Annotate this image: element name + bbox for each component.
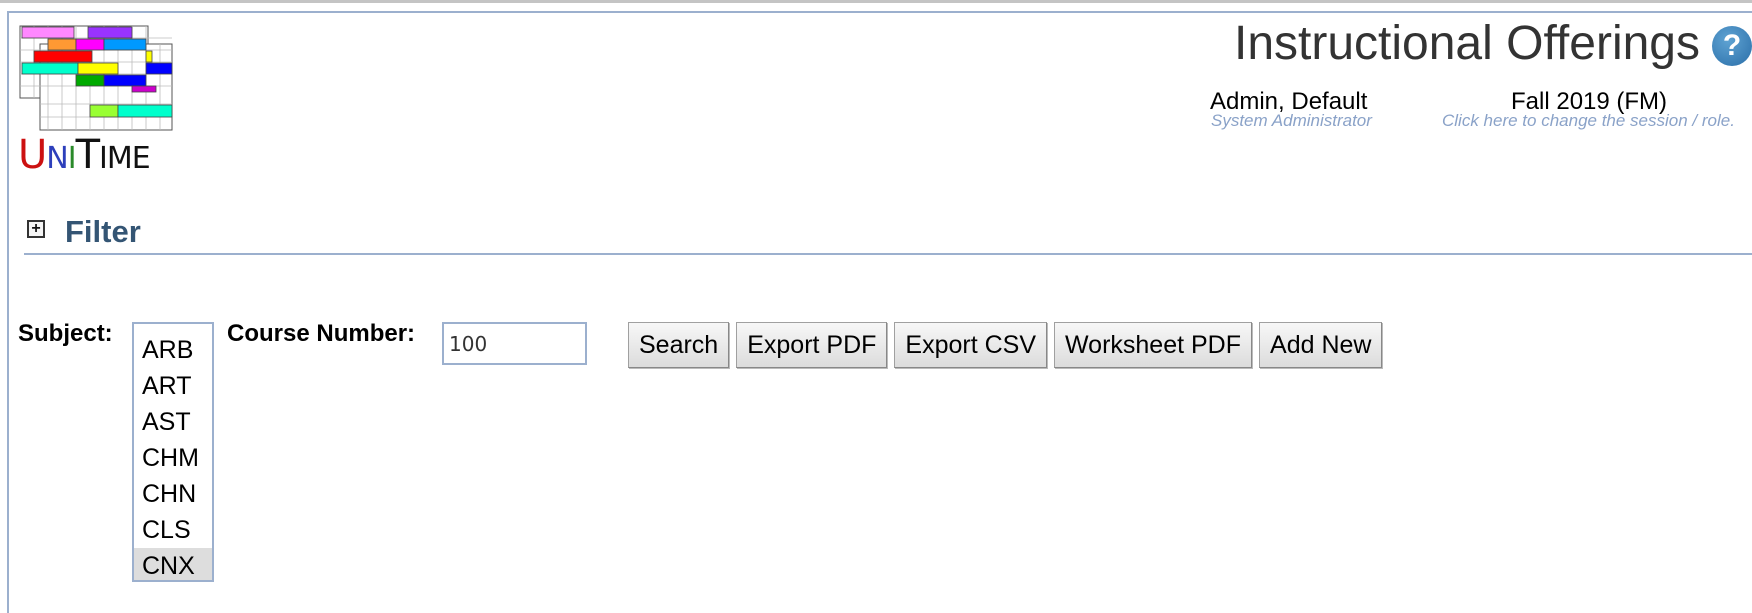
logo-letters-ime: IME (99, 141, 151, 176)
logo-letter-i: I (67, 141, 77, 176)
subject-listbox[interactable]: ARB ART AST CHM CHN CLS CNX (132, 322, 214, 582)
subject-option[interactable]: CHN (134, 476, 212, 512)
top-border (0, 0, 1752, 3)
subject-option[interactable]: CLS (134, 512, 212, 548)
section-divider (24, 253, 1752, 255)
help-icon[interactable]: ? (1712, 26, 1752, 66)
subject-option[interactable]: ART (134, 368, 212, 404)
logo-letter-t: T (75, 132, 100, 178)
filter-section-title[interactable]: Filter (65, 214, 141, 250)
export-pdf-button[interactable]: Export PDF (736, 322, 888, 368)
action-buttons: Search Export PDF Export CSV Worksheet P… (628, 322, 1383, 368)
logo-letter-n: N (46, 141, 68, 176)
course-number-label: Course Number: (227, 320, 416, 347)
user-role[interactable]: System Administrator (1211, 112, 1381, 130)
page-title: Instructional Offerings (1233, 17, 1700, 70)
change-session-link[interactable]: Click here to change the session / role. (1442, 112, 1735, 130)
page-frame (7, 11, 1752, 613)
expand-filter-icon[interactable]: + (27, 220, 45, 238)
course-number-input[interactable] (442, 322, 587, 365)
search-button[interactable]: Search (628, 322, 730, 368)
subject-option[interactable]: ARB (134, 332, 212, 368)
subject-label: Subject: (18, 320, 113, 347)
subject-option[interactable]: AST (134, 404, 212, 440)
unitime-wordmark: UNITIME (18, 130, 151, 184)
export-csv-button[interactable]: Export CSV (894, 322, 1048, 368)
add-new-button[interactable]: Add New (1259, 322, 1383, 368)
logo-letter-u: U (18, 132, 47, 178)
subject-option-selected[interactable]: CNX (134, 548, 212, 580)
worksheet-pdf-button[interactable]: Worksheet PDF (1054, 322, 1253, 368)
subject-option[interactable]: CHM (134, 440, 212, 476)
